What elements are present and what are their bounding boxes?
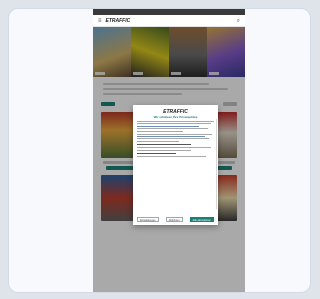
- dialog-body-text: [137, 133, 214, 142]
- dialog-scrollbar[interactable]: [216, 119, 217, 209]
- preview-card: ≡ ETRAFFIC ⌕ ETRAFFIC Wir schätzen Ihre …: [8, 8, 311, 293]
- dialog-section-heading: [137, 152, 176, 154]
- app-logo[interactable]: ETRAFFIC: [106, 18, 131, 24]
- dialog-buttons: Einstellungen Ablehnen Alle akzeptieren: [137, 217, 214, 222]
- cookie-consent-dialog: ETRAFFIC Wir schätzen Ihre Privatsphäre …: [133, 105, 218, 225]
- hamburger-icon[interactable]: ≡: [98, 18, 102, 24]
- dialog-body-text: [137, 155, 214, 157]
- search-icon[interactable]: ⌕: [237, 18, 240, 24]
- dialog-section-heading: [137, 143, 191, 146]
- app-header: ≡ ETRAFFIC ⌕: [93, 15, 245, 27]
- dialog-body-text: [137, 121, 214, 132]
- reject-button[interactable]: Ablehnen: [165, 217, 183, 222]
- dialog-title: Wir schätzen Ihre Privatsphäre: [153, 115, 198, 119]
- settings-button[interactable]: Einstellungen: [137, 217, 159, 222]
- accept-all-button[interactable]: Alle akzeptieren: [189, 217, 214, 222]
- dialog-body-text: [137, 147, 214, 151]
